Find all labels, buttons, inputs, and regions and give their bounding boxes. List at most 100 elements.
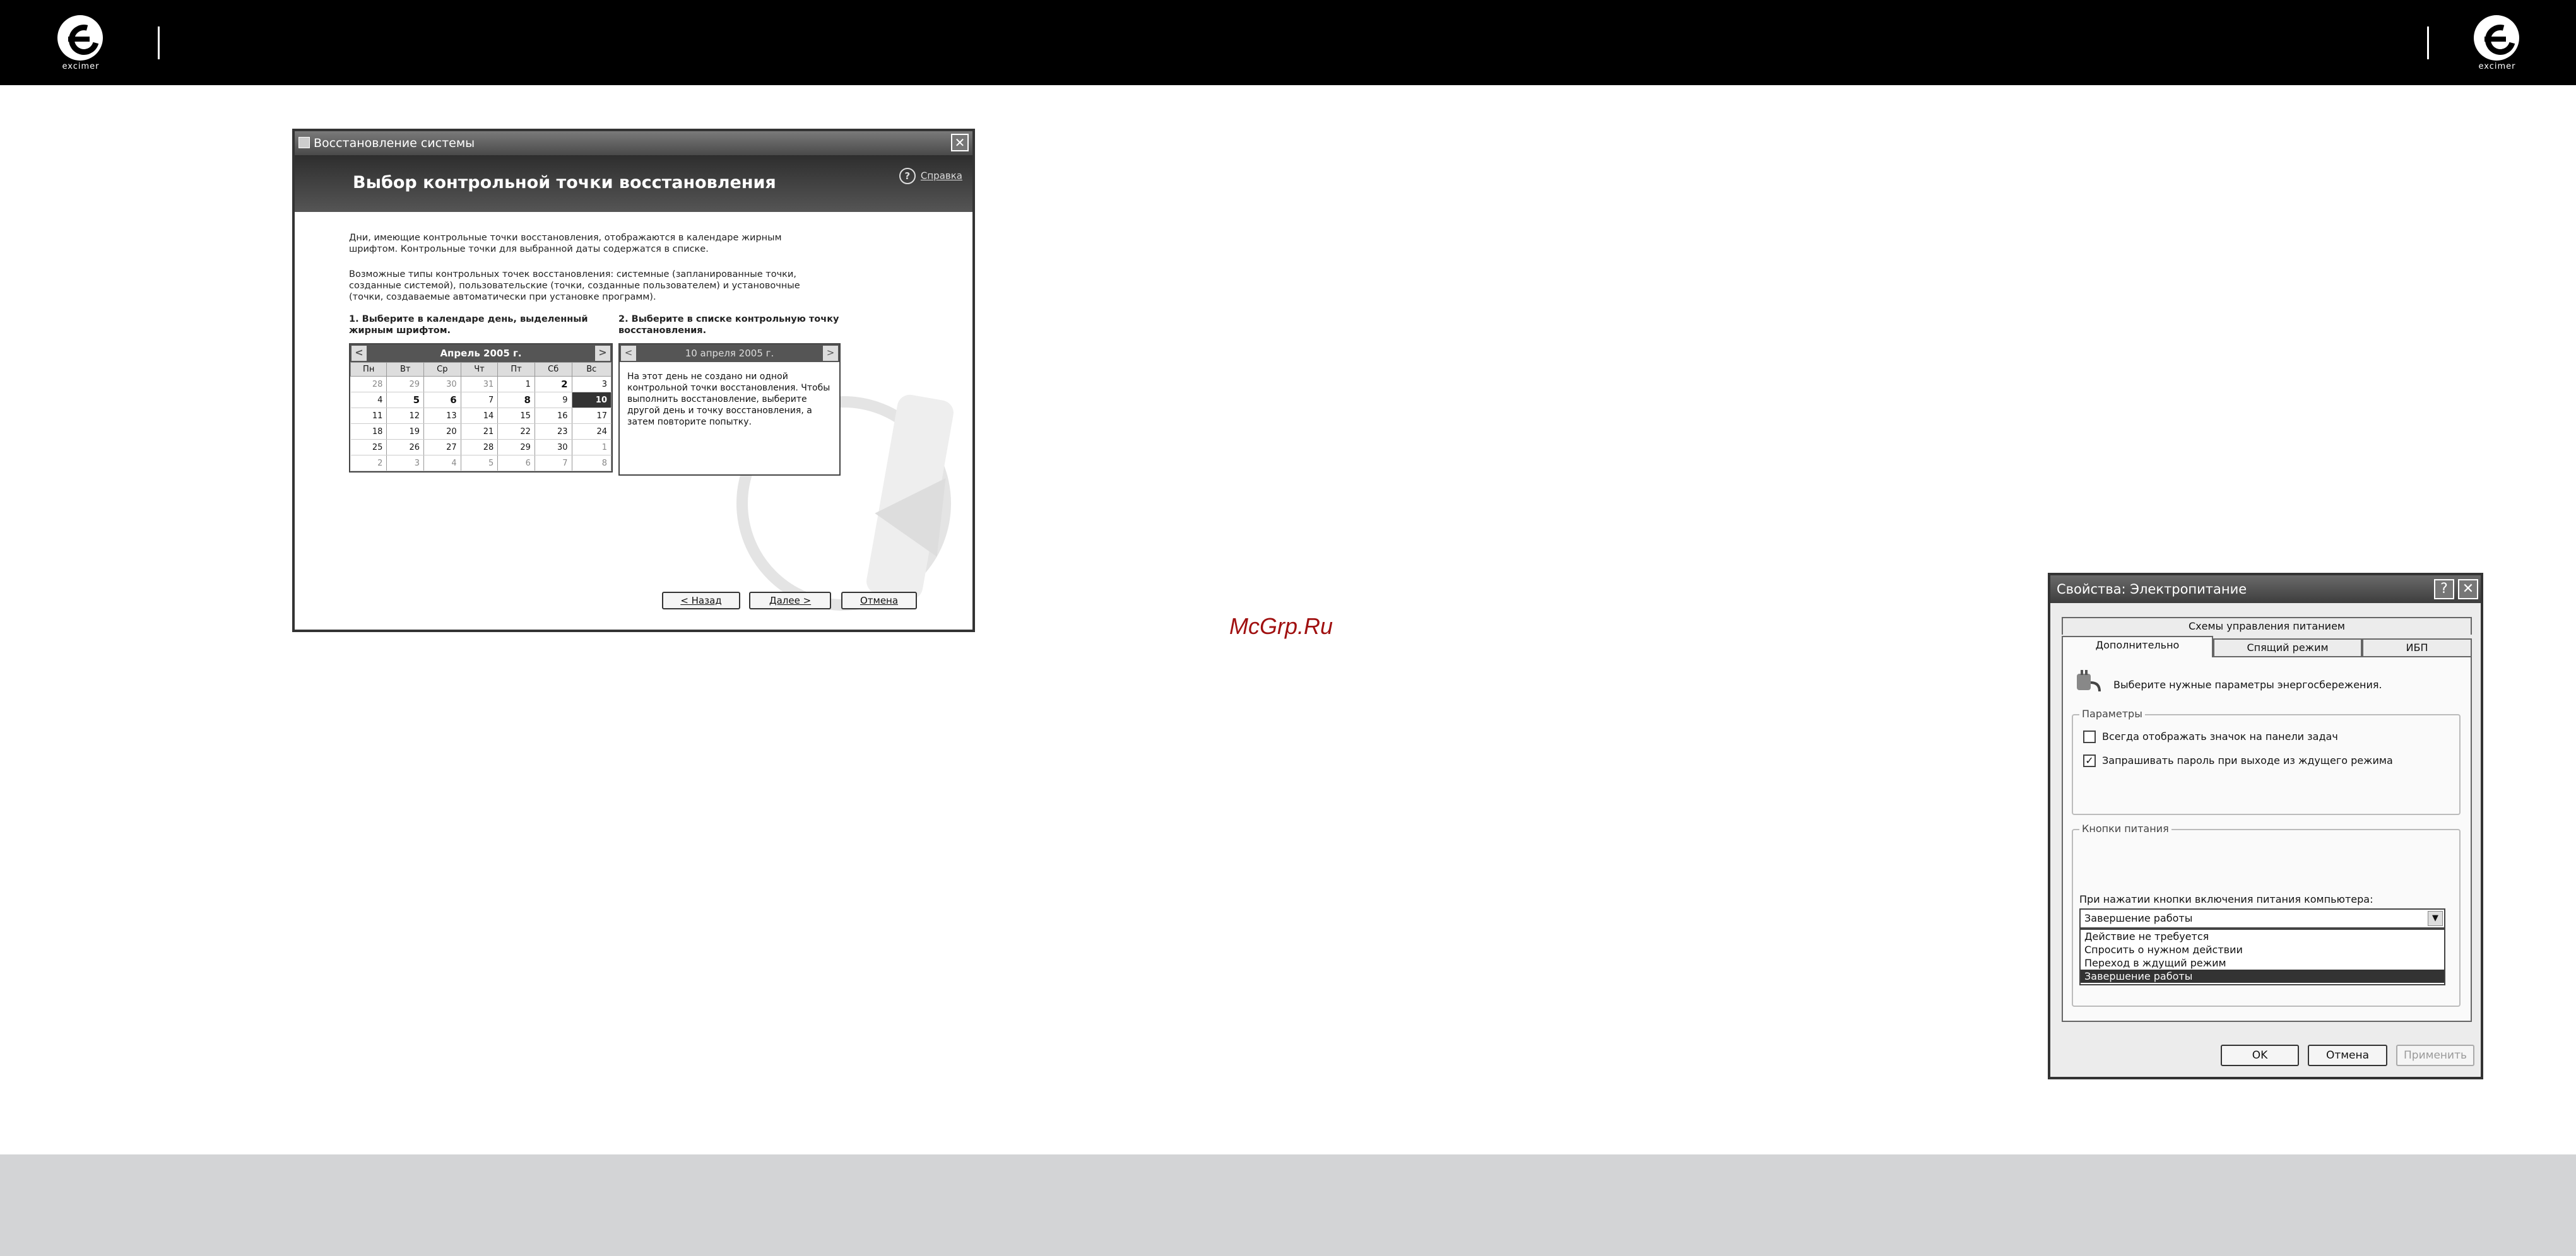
calendar-day[interactable]: 24 [572, 423, 612, 440]
cancel-button[interactable]: Отмена [841, 592, 917, 609]
calendar-header: < Апрель 2005 г. > [350, 344, 612, 362]
calendar-day[interactable]: 30 [535, 439, 572, 455]
divider-right [2427, 26, 2429, 59]
power-button-label: При нажатии кнопки включения питания ком… [2079, 893, 2373, 905]
next-day-button[interactable]: > [823, 346, 838, 361]
restore-calendar: < Апрель 2005 г. > Пн Вт Ср Чт Пт Сб Вс … [349, 343, 613, 472]
calendar-day[interactable]: 6 [423, 392, 461, 408]
calendar-day[interactable]: 26 [386, 439, 424, 455]
tab-hibernate[interactable]: Спящий режим [2213, 638, 2362, 656]
power-buttons-group: Кнопки питания При нажатии кнопки включе… [2072, 823, 2461, 1007]
calendar-day[interactable]: 6 [497, 455, 535, 471]
calendar-day[interactable]: 2 [535, 376, 572, 392]
weekday-header: Ср [423, 362, 461, 377]
calendar-day-selected[interactable]: 10 [572, 392, 612, 408]
close-button[interactable]: ✕ [2458, 579, 2478, 599]
calendar-day[interactable]: 13 [423, 408, 461, 424]
help-icon: ? [899, 168, 916, 184]
calendar-day[interactable]: 28 [350, 376, 387, 392]
ok-button[interactable]: OK [2221, 1045, 2299, 1066]
calendar-day[interactable]: 7 [535, 455, 572, 471]
dropdown-option[interactable]: Действие не требуется [2081, 930, 2444, 943]
power-button-select[interactable]: Завершение работы ▼ [2079, 908, 2445, 929]
calendar-day[interactable]: 12 [386, 408, 424, 424]
calendar-day[interactable]: 5 [386, 392, 424, 408]
tray-icon-checkbox[interactable] [2083, 731, 2096, 743]
calendar-day[interactable]: 31 [461, 376, 499, 392]
calendar-day[interactable]: 14 [461, 408, 499, 424]
tab-advanced[interactable]: Дополнительно [2062, 636, 2213, 657]
calendar-day[interactable]: 23 [535, 423, 572, 440]
help-button[interactable]: ? [2434, 579, 2454, 599]
calendar-day[interactable]: 19 [386, 423, 424, 440]
chevron-right-icon: > [826, 347, 835, 358]
power-prompt-text: Выберите нужные параметры энергосбережен… [2113, 679, 2382, 691]
calendar-day[interactable]: 3 [572, 376, 612, 392]
prev-month-button[interactable]: < [352, 346, 367, 361]
calendar-day[interactable]: 9 [535, 392, 572, 408]
calendar-day[interactable]: 2 [350, 455, 387, 471]
advanced-tab-panel: Выберите нужные параметры энергосбережен… [2062, 656, 2472, 1022]
next-month-button[interactable]: > [595, 346, 610, 361]
close-button[interactable]: ✕ [951, 134, 969, 151]
restore-point-list[interactable]: < 10 апреля 2005 г. > На этот день не со… [618, 343, 841, 476]
calendar-day[interactable]: 29 [386, 376, 424, 392]
restore-window-title: Восстановление системы [314, 136, 475, 150]
calendar-day[interactable]: 4 [423, 455, 461, 471]
weekday-header: Вт [386, 362, 424, 377]
calendar-day[interactable]: 27 [423, 439, 461, 455]
password-checkbox[interactable]: ✓ [2083, 754, 2096, 767]
calendar-day[interactable]: 1 [572, 439, 612, 455]
back-button[interactable]: < Назад [662, 592, 740, 609]
chevron-right-icon: > [598, 346, 607, 358]
calendar-day[interactable]: 4 [350, 392, 387, 408]
restore-header: Выбор контрольной точки восстановления ?… [295, 155, 972, 212]
apply-button[interactable]: Применить [2396, 1045, 2474, 1066]
dropdown-option-selected[interactable]: Завершение работы [2081, 970, 2444, 983]
help-link[interactable]: ? Справка [899, 168, 962, 184]
calendar-day[interactable]: 16 [535, 408, 572, 424]
calendar-day[interactable]: 8 [572, 455, 612, 471]
calendar-grid: Пн Вт Ср Чт Пт Сб Вс 28 29 30 31 1 2 3 4… [350, 362, 612, 471]
calendar-day[interactable]: 11 [350, 408, 387, 424]
cancel-button[interactable]: Отмена [2308, 1045, 2387, 1066]
calendar-day[interactable]: 1 [497, 376, 535, 392]
calendar-day[interactable]: 17 [572, 408, 612, 424]
calendar-day[interactable]: 28 [461, 439, 499, 455]
list-date: 10 апреля 2005 г. [685, 348, 774, 359]
calendar-day[interactable]: 3 [386, 455, 424, 471]
calendar-day[interactable]: 7 [461, 392, 499, 408]
chevron-down-icon[interactable]: ▼ [2428, 911, 2443, 926]
calendar-day[interactable]: 20 [423, 423, 461, 440]
parameters-legend: Параметры [2079, 708, 2145, 720]
power-properties-window: Свойства: Электропитание ? ✕ Схемы управ… [2048, 573, 2483, 1079]
chevron-left-icon: < [624, 347, 633, 358]
weekday-header: Пт [497, 362, 535, 377]
close-icon: ✕ [2462, 581, 2474, 597]
help-label: Справка [920, 170, 962, 182]
brand-logo-left: excimer [54, 15, 107, 72]
close-icon: ✕ [954, 135, 966, 150]
calendar-day[interactable]: 29 [497, 439, 535, 455]
calendar-day[interactable]: 25 [350, 439, 387, 455]
step2-label: 2. Выберите в списке контрольную точку в… [618, 314, 839, 336]
next-button[interactable]: Далее > [749, 592, 831, 609]
power-button-dropdown-list[interactable]: Действие не требуется Спросить о нужном … [2079, 929, 2445, 985]
calendar-day[interactable]: 5 [461, 455, 499, 471]
calendar-day[interactable]: 15 [497, 408, 535, 424]
calendar-day[interactable]: 22 [497, 423, 535, 440]
brand-logo-right: excimer [2471, 15, 2524, 72]
calendar-day[interactable]: 8 [497, 392, 535, 408]
tab-ups[interactable]: ИБП [2362, 638, 2472, 656]
calendar-day[interactable]: 21 [461, 423, 499, 440]
system-restore-window: Восстановление системы ✕ Выбор контрольн… [292, 129, 975, 632]
weekday-header: Сб [534, 362, 572, 377]
tab-power-schemes[interactable]: Схемы управления питанием [2062, 617, 2472, 635]
prev-day-button[interactable]: < [621, 346, 636, 361]
question-icon: ? [2440, 581, 2448, 597]
calendar-day[interactable]: 18 [350, 423, 387, 440]
logo-wordmark: excimer [2478, 62, 2516, 71]
dropdown-option[interactable]: Спросить о нужном действии [2081, 943, 2444, 956]
calendar-day[interactable]: 30 [423, 376, 461, 392]
dropdown-option[interactable]: Переход в ждущий режим [2081, 956, 2444, 970]
